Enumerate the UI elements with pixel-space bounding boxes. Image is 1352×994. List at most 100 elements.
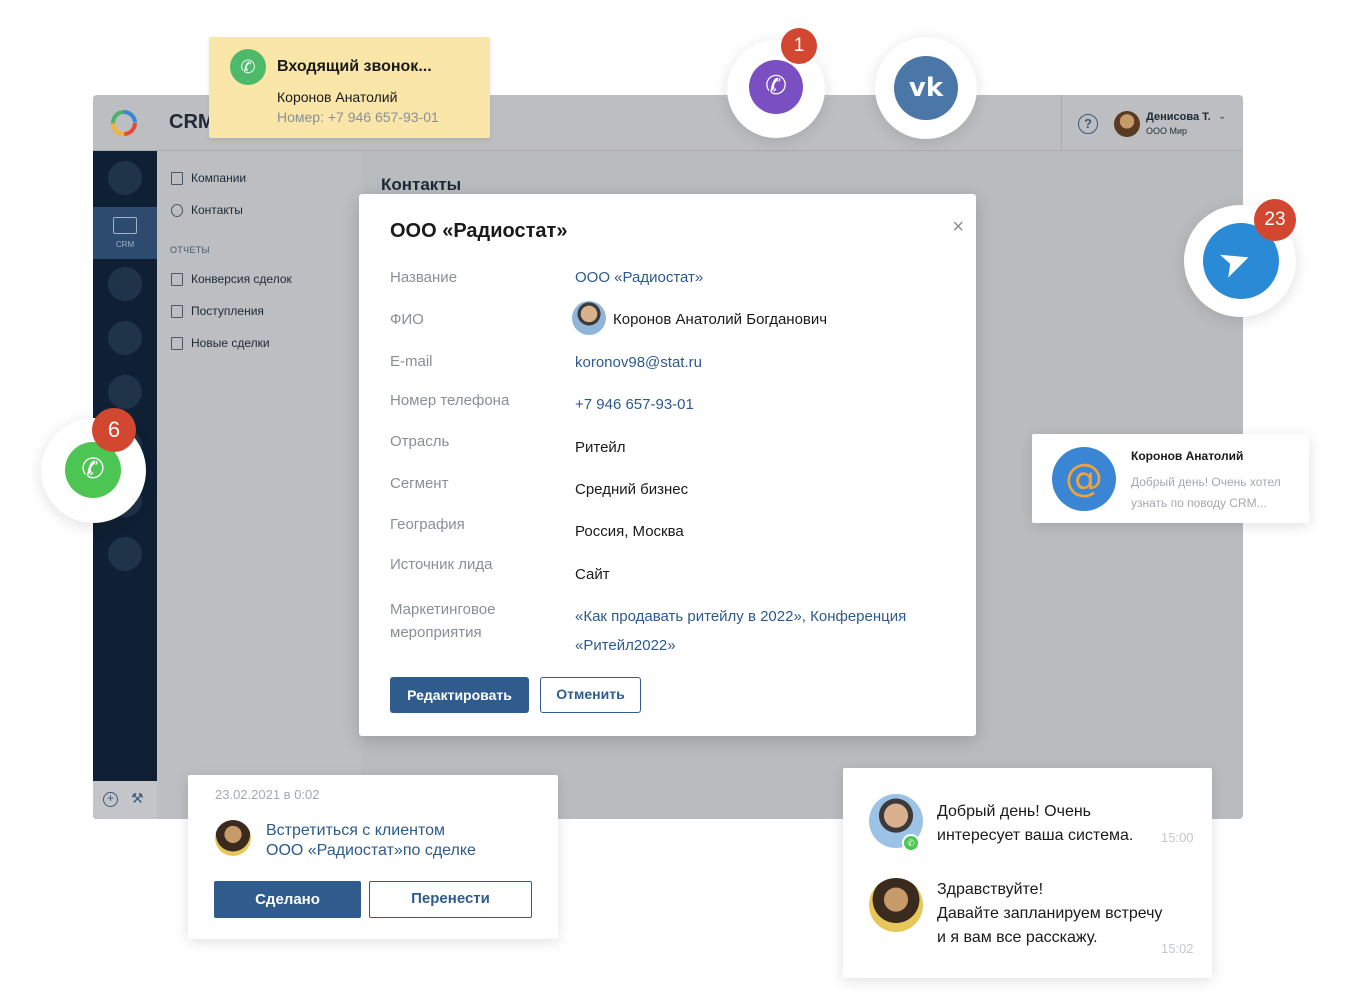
rail-app-icon[interactable]: [108, 321, 142, 355]
edit-button[interactable]: Редактировать: [390, 677, 529, 713]
chat-message-line: Здравствуйте!: [937, 881, 1044, 898]
viber-button[interactable]: 1: [727, 28, 825, 138]
avatar: [572, 301, 606, 335]
sidebar-item-conversion[interactable]: Конверсия сделок: [171, 272, 292, 286]
brand-title: CRM: [169, 111, 215, 133]
task-card: 23.02.2021 в 0:02 Встретиться с клиентом…: [188, 775, 558, 939]
email-link[interactable]: koronov98@stat.ru: [575, 352, 702, 374]
phone-icon: ✆: [230, 49, 266, 85]
avatar: [869, 878, 923, 932]
chat-card: ✆ Добрый день! Очень интересует ваша сис…: [843, 768, 1212, 978]
rail-app-icon[interactable]: [108, 267, 142, 301]
rail-app-icon[interactable]: [108, 537, 142, 571]
field-value: Сайт: [575, 566, 610, 583]
task-line: Встретиться с клиентом: [266, 822, 445, 839]
phone-link[interactable]: +7 946 657-93-01: [575, 394, 694, 416]
company-modal: ООО «Радиостат» × Название ООО «Радиоста…: [359, 194, 976, 736]
email-preview: Добрый день! Очень хотел узнать по повод…: [1131, 475, 1281, 510]
sidebar: Компании Контакты ОТЧЕТЫ Конверсия сдело…: [157, 151, 362, 819]
contact-card-icon: [113, 217, 137, 234]
chat-message-line: Давайте запланируем встречу: [937, 905, 1163, 922]
email-icon: @: [1052, 447, 1116, 511]
chat-message: Здравствуйте! Давайте запланируем встреч…: [937, 878, 1177, 950]
field-label: Название: [390, 269, 458, 286]
vk-button[interactable]: vk: [875, 37, 977, 139]
building-icon: [171, 171, 183, 185]
add-icon[interactable]: +: [103, 792, 118, 807]
viber-icon: [749, 60, 803, 114]
field-label: Отрасль: [390, 433, 450, 450]
field-label: География: [390, 516, 465, 533]
event-link[interactable]: «Ритейл2022»: [575, 635, 676, 657]
sender-name: Коронов Анатолий: [1131, 449, 1244, 463]
avatar: [215, 820, 251, 856]
sidebar-item-label: Конверсия сделок: [191, 272, 292, 286]
sidebar-item-companies[interactable]: Компании: [171, 171, 246, 185]
message-time: 15:02: [1161, 941, 1194, 956]
people-icon: [171, 203, 183, 217]
sidebar-item-income[interactable]: Поступления: [171, 304, 264, 318]
company-name-link[interactable]: ООО «Радиостат»: [575, 267, 703, 289]
contact-full-name: Коронов Анатолий Богданович: [613, 311, 828, 328]
whatsapp-icon: ✆: [902, 834, 920, 852]
chevron-down-icon[interactable]: ⌄: [1218, 111, 1226, 122]
rail-item-label: CRM: [115, 240, 135, 249]
unread-badge: 1: [781, 28, 817, 64]
avatar[interactable]: [1114, 111, 1140, 137]
sidebar-item-label: Контакты: [191, 203, 243, 217]
reschedule-button[interactable]: Перенести: [369, 881, 532, 918]
caller-name: Коронов Анатолий: [277, 89, 398, 105]
unread-badge: 23: [1254, 199, 1296, 241]
user-org: ООО Мир: [1146, 126, 1188, 136]
field-value: Россия, Москва: [575, 523, 684, 540]
rail-app-icon[interactable]: [108, 375, 142, 409]
sidebar-section-title: ОТЧЕТЫ: [170, 245, 210, 255]
sidebar-item-label: Новые сделки: [191, 336, 270, 350]
done-button[interactable]: Сделано: [214, 881, 361, 918]
wrench-icon[interactable]: ⚒: [131, 790, 144, 807]
chat-message-line: Добрый день! Очень: [937, 803, 1092, 820]
document-icon: [171, 304, 183, 318]
cancel-button[interactable]: Отменить: [540, 677, 641, 713]
document-icon: [171, 336, 183, 350]
event-link[interactable]: «Как продавать ритейлу в 2022», Конферен…: [575, 606, 906, 628]
field-label: Маркетинговое: [390, 601, 496, 618]
help-icon[interactable]: ?: [1078, 114, 1098, 134]
field-label: Сегмент: [390, 475, 449, 492]
caller-phone: Номер: +7 946 657-93-01: [277, 109, 439, 125]
chat-message-line: и я вам все расскажу.: [937, 929, 1098, 946]
incoming-call-card[interactable]: ✆ Входящий звонок... Коронов Анатолий Но…: [209, 37, 490, 138]
chat-message-line: интересует ваша система.: [937, 827, 1134, 844]
whatsapp-button[interactable]: 6: [41, 408, 146, 523]
rail-item-crm[interactable]: CRM: [93, 207, 157, 259]
task-title[interactable]: Встретиться с клиентом ООО «Радиостат»по…: [266, 821, 476, 861]
task-date: 23.02.2021 в 0:02: [215, 787, 320, 802]
close-icon[interactable]: ×: [952, 216, 964, 239]
unread-badge: 6: [92, 408, 136, 452]
field-label: Источник лида: [390, 556, 493, 573]
field-label: Номер телефона: [390, 392, 510, 409]
rail-app-icon[interactable]: [108, 161, 142, 195]
field-value: Ритейл: [575, 439, 626, 456]
sidebar-item-label: Поступления: [191, 304, 264, 318]
user-area: ? Денисова Т. ООО Мир ⌄: [1061, 95, 1243, 151]
chat-message: Добрый день! Очень интересует ваша систе…: [937, 800, 1147, 848]
call-title: Входящий звонок...: [277, 58, 432, 75]
sidebar-item-label: Компании: [191, 171, 247, 185]
user-name[interactable]: Денисова Т.: [1146, 111, 1211, 123]
field-label: ФИО: [390, 311, 424, 328]
email-notification[interactable]: @ Коронов Анатолий Добрый день! Очень хо…: [1032, 434, 1309, 523]
page-title: Контакты: [381, 175, 462, 194]
sidebar-item-contacts[interactable]: Контакты: [171, 203, 243, 217]
telegram-button[interactable]: 23: [1184, 199, 1296, 317]
task-line: ООО «Радиостат»по сделке: [266, 842, 476, 859]
field-label: E-mail: [390, 353, 433, 370]
message-time: 15:00: [1161, 830, 1194, 845]
vk-icon: vk: [894, 56, 958, 120]
field-label: мероприятия: [390, 624, 482, 641]
crm-logo-icon: [111, 110, 137, 136]
sidebar-item-new-deals[interactable]: Новые сделки: [171, 336, 270, 350]
rail-footer: + ⚒: [93, 781, 157, 819]
field-value: Средний бизнес: [575, 481, 689, 498]
modal-title: ООО «Радиостат»: [390, 220, 568, 242]
